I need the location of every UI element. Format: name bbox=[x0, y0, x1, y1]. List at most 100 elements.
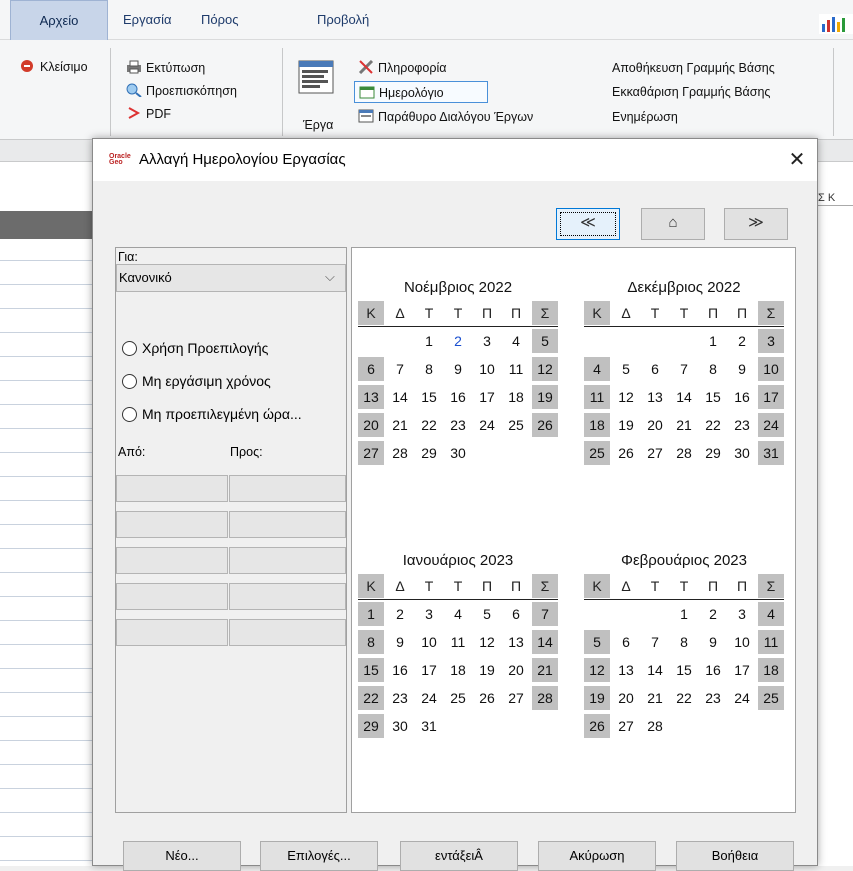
calendar-day[interactable]: 3 bbox=[416, 602, 442, 626]
calendar-day[interactable]: 25 bbox=[584, 441, 610, 465]
calendar-day[interactable]: 29 bbox=[358, 714, 384, 738]
calendar-day[interactable]: 23 bbox=[387, 686, 413, 710]
calendar-day[interactable]: 5 bbox=[532, 329, 558, 353]
calendar-day[interactable]: 29 bbox=[700, 441, 726, 465]
pdf-command[interactable]: PDF bbox=[126, 103, 171, 125]
calendar-day[interactable]: 13 bbox=[503, 630, 529, 654]
calendar-day[interactable]: 17 bbox=[416, 658, 442, 682]
calendar-day[interactable]: 24 bbox=[729, 686, 755, 710]
projects-icon[interactable] bbox=[298, 60, 336, 96]
calendar-day[interactable]: 3 bbox=[758, 329, 784, 353]
calendar-day[interactable]: 21 bbox=[642, 686, 668, 710]
radio-nondefault-time[interactable]: Μη προεπιλεγμένη ώρα... bbox=[122, 406, 302, 426]
chart-app-icon[interactable] bbox=[819, 14, 853, 34]
calendar-day[interactable]: 24 bbox=[474, 413, 500, 437]
projects-label[interactable]: Έργα bbox=[303, 114, 333, 136]
close-icon[interactable]: ✕ bbox=[783, 146, 811, 174]
ok-button[interactable]: εντάξειÂ bbox=[400, 841, 518, 871]
calendar-day[interactable]: 2 bbox=[700, 602, 726, 626]
calendar-day[interactable]: 20 bbox=[642, 413, 668, 437]
calendar-day[interactable]: 30 bbox=[387, 714, 413, 738]
calendar-day[interactable]: 19 bbox=[613, 413, 639, 437]
calendar-day[interactable]: 11 bbox=[503, 357, 529, 381]
calendar-day[interactable]: 22 bbox=[358, 686, 384, 710]
to-time-field[interactable] bbox=[229, 547, 346, 574]
calendar-day[interactable]: 30 bbox=[729, 441, 755, 465]
calendar-day[interactable]: 26 bbox=[474, 686, 500, 710]
calendar-day[interactable]: 10 bbox=[729, 630, 755, 654]
menu-tab-view[interactable]: Προβολή bbox=[317, 0, 369, 40]
calendar-day[interactable]: 16 bbox=[445, 385, 471, 409]
calendar-day[interactable]: 25 bbox=[503, 413, 529, 437]
calendar-day[interactable]: 2 bbox=[387, 602, 413, 626]
calendar-day[interactable]: 6 bbox=[613, 630, 639, 654]
calendar-day[interactable]: 10 bbox=[474, 357, 500, 381]
calendar-day[interactable]: 17 bbox=[474, 385, 500, 409]
calendar-day[interactable]: 21 bbox=[532, 658, 558, 682]
menu-tab-resource[interactable]: Πόρος bbox=[201, 0, 239, 40]
from-time-field[interactable] bbox=[116, 547, 228, 574]
calendar-day[interactable]: 26 bbox=[532, 413, 558, 437]
calendar-day[interactable]: 15 bbox=[671, 658, 697, 682]
help-button[interactable]: Βοήθεια bbox=[676, 841, 794, 871]
calendar-day[interactable]: 5 bbox=[584, 630, 610, 654]
save-baseline-command[interactable]: Αποθήκευση Γραμμής Βάσης bbox=[612, 57, 775, 79]
calendar-day[interactable]: 4 bbox=[503, 329, 529, 353]
calendar-day[interactable]: 19 bbox=[532, 385, 558, 409]
to-time-field[interactable] bbox=[229, 583, 346, 610]
info-command[interactable]: Πληροφορία bbox=[358, 57, 446, 79]
calendar-day[interactable]: 10 bbox=[758, 357, 784, 381]
calendar-day[interactable]: 24 bbox=[416, 686, 442, 710]
to-time-field[interactable] bbox=[229, 511, 346, 538]
calendar-select[interactable]: Κανονικό ⌵ bbox=[116, 264, 346, 292]
calendar-day[interactable]: 18 bbox=[445, 658, 471, 682]
calendar-day[interactable]: 4 bbox=[758, 602, 784, 626]
calendar-day[interactable]: 20 bbox=[358, 413, 384, 437]
calendar-day[interactable]: 1 bbox=[700, 329, 726, 353]
close-command[interactable]: Κλείσιμο bbox=[20, 56, 88, 78]
calendar-day[interactable]: 17 bbox=[729, 658, 755, 682]
calendar-day[interactable]: 29 bbox=[416, 441, 442, 465]
calendar-day[interactable]: 9 bbox=[700, 630, 726, 654]
calendar-day[interactable]: 2 bbox=[445, 329, 471, 353]
calendar-day[interactable]: 7 bbox=[532, 602, 558, 626]
calendar-day[interactable]: 9 bbox=[729, 357, 755, 381]
calendar-day[interactable]: 12 bbox=[584, 658, 610, 682]
menu-tab-file[interactable]: Αρχείο bbox=[10, 0, 108, 40]
calendar-day[interactable]: 20 bbox=[613, 686, 639, 710]
calendar-day[interactable]: 14 bbox=[532, 630, 558, 654]
calendar-day[interactable]: 30 bbox=[445, 441, 471, 465]
update-command[interactable]: Ενημέρωση bbox=[612, 106, 678, 128]
calendar-day[interactable]: 6 bbox=[503, 602, 529, 626]
calendar-day[interactable]: 21 bbox=[387, 413, 413, 437]
calendar-day[interactable]: 13 bbox=[642, 385, 668, 409]
calendar-day[interactable]: 12 bbox=[613, 385, 639, 409]
print-command[interactable]: Εκτύπωση bbox=[126, 57, 205, 79]
calendar-day[interactable]: 20 bbox=[503, 658, 529, 682]
options-button[interactable]: Επιλογές... bbox=[260, 841, 378, 871]
calendar-day[interactable]: 12 bbox=[474, 630, 500, 654]
calendar-day[interactable]: 14 bbox=[642, 658, 668, 682]
from-time-field[interactable] bbox=[116, 619, 228, 646]
calendar-day[interactable]: 7 bbox=[387, 357, 413, 381]
calendar-day[interactable]: 25 bbox=[445, 686, 471, 710]
calendar-day[interactable]: 28 bbox=[671, 441, 697, 465]
calendar-day[interactable]: 23 bbox=[729, 413, 755, 437]
calendar-day[interactable]: 22 bbox=[671, 686, 697, 710]
calendar-day[interactable]: 28 bbox=[387, 441, 413, 465]
calendar-day[interactable]: 13 bbox=[358, 385, 384, 409]
calendar-day[interactable]: 8 bbox=[416, 357, 442, 381]
calendar-day[interactable]: 19 bbox=[474, 658, 500, 682]
prev-month-button[interactable]: ≪ bbox=[556, 208, 620, 240]
calendar-day[interactable]: 14 bbox=[387, 385, 413, 409]
calendar-day[interactable]: 6 bbox=[358, 357, 384, 381]
calendar-day[interactable]: 16 bbox=[729, 385, 755, 409]
calendar-command[interactable]: Ημερολόγιο bbox=[354, 81, 488, 103]
calendar-day[interactable]: 27 bbox=[613, 714, 639, 738]
calendar-day[interactable]: 15 bbox=[700, 385, 726, 409]
calendar-day[interactable]: 11 bbox=[758, 630, 784, 654]
calendar-day[interactable]: 15 bbox=[358, 658, 384, 682]
calendar-day[interactable]: 4 bbox=[584, 357, 610, 381]
menu-tab-task[interactable]: Εργασία bbox=[123, 0, 172, 40]
calendar-day[interactable]: 3 bbox=[729, 602, 755, 626]
